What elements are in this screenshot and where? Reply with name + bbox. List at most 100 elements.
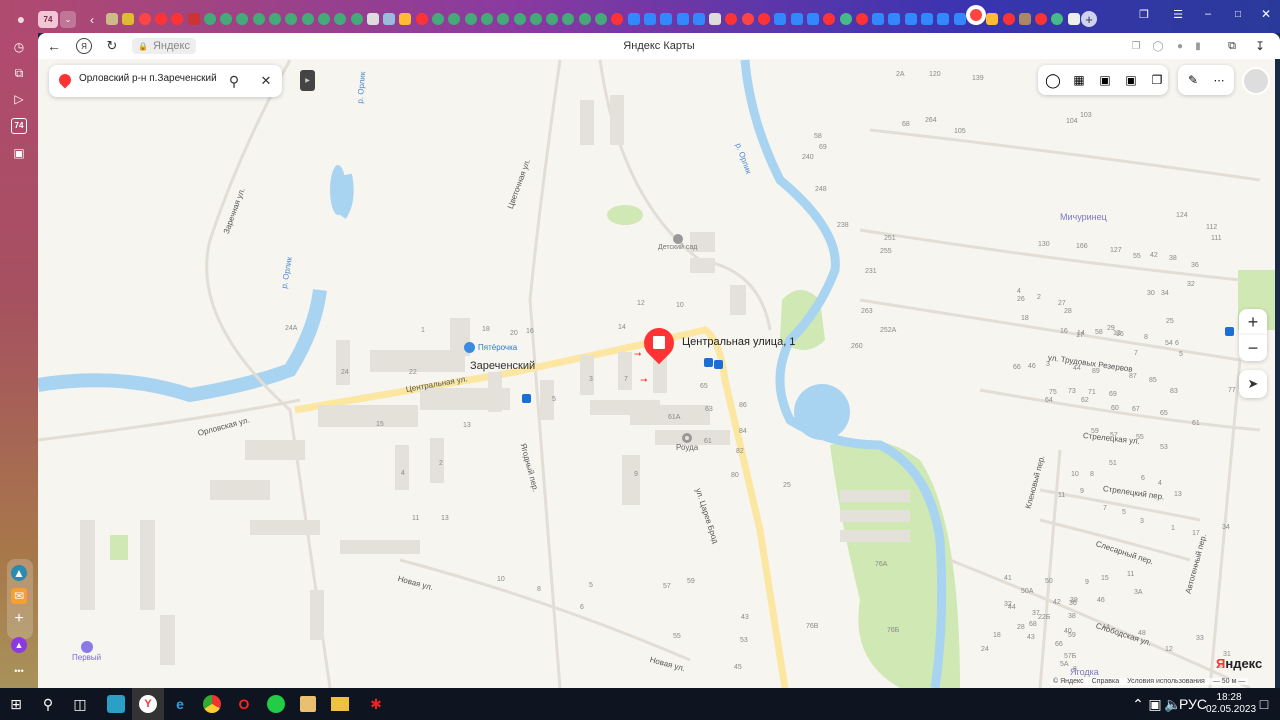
tab-dots-icon[interactable] — [269, 13, 281, 25]
tab-arrow-icon[interactable] — [676, 13, 689, 25]
reader-icon[interactable]: ❐ — [1128, 38, 1144, 54]
tab-dots-icon[interactable] — [432, 13, 444, 25]
search-icon[interactable]: ⚲ — [225, 72, 243, 90]
tab-flag-ru-icon[interactable] — [709, 13, 722, 25]
close-window-icon[interactable]: ✕ — [1258, 6, 1274, 22]
tab-yandex-icon[interactable] — [1002, 13, 1015, 25]
area-label[interactable]: Ягодка — [1070, 667, 1099, 677]
layers-icon[interactable]: ◯ — [1044, 71, 1062, 89]
yandex-browser-icon[interactable]: Y — [132, 688, 164, 720]
tray-overflow-icon[interactable]: ⌃ — [1130, 688, 1146, 720]
tab-fav-grid-icon[interactable] — [1018, 13, 1031, 25]
notifications-icon[interactable]: □ — [1252, 688, 1276, 720]
tabs-scroll-left-icon[interactable]: ‹ — [86, 11, 98, 28]
tab-pin-leaf-icon[interactable] — [839, 13, 852, 25]
menu-icon[interactable]: ☰ — [1170, 6, 1186, 22]
tab-dots-icon[interactable] — [448, 13, 461, 25]
alice-icon[interactable]: ▲ — [11, 637, 27, 653]
bus-stop-icon[interactable] — [714, 360, 723, 369]
zoom-out-button[interactable]: − — [1239, 335, 1267, 361]
url-field[interactable]: 🔒 Яндекс — [132, 38, 196, 54]
tab-arrow-icon[interactable] — [790, 13, 803, 25]
clear-search-icon[interactable]: ✕ — [257, 72, 275, 90]
protect-icon[interactable]: ◯ — [1150, 38, 1166, 54]
whatsapp-icon[interactable] — [260, 688, 292, 720]
tab-document-icon[interactable] — [1067, 13, 1080, 25]
tab-dots-icon[interactable] — [497, 13, 510, 25]
file-explorer-icon[interactable] — [324, 688, 356, 720]
screenshot-icon[interactable]: ▣ — [11, 145, 27, 161]
new-tab-button[interactable]: + — [1081, 11, 1097, 27]
tab-fav-image-icon[interactable] — [106, 13, 118, 25]
more-options-icon[interactable]: ⋯ — [1210, 71, 1228, 89]
collections-icon[interactable]: ⧉ — [11, 65, 27, 81]
tab-arrow-icon[interactable] — [921, 13, 933, 25]
bus-stop-icon[interactable] — [704, 358, 713, 367]
tab-dots-icon[interactable] — [317, 13, 330, 25]
tab-mail-icon[interactable] — [986, 13, 999, 25]
tab-dots-icon[interactable] — [285, 13, 298, 25]
more-icon[interactable]: ••• — [11, 663, 27, 679]
tab-dots-icon[interactable] — [578, 13, 591, 25]
tab-dots-icon[interactable] — [595, 13, 607, 25]
alarm-app-icon[interactable] — [100, 688, 132, 720]
tab-dots-icon[interactable] — [252, 13, 265, 25]
add-app-icon[interactable]: + — [11, 611, 27, 627]
tab-dots-icon[interactable] — [220, 13, 233, 25]
tab-fav-maps-pin-icon[interactable] — [138, 13, 151, 25]
my-location-button[interactable]: ➤ — [1239, 370, 1267, 398]
tab-list-chevron-icon[interactable]: ⌄ — [60, 11, 76, 28]
opera-icon[interactable]: O — [228, 688, 260, 720]
tab-pin-leaf-icon[interactable] — [1051, 13, 1064, 25]
reload-icon[interactable]: ↻ — [104, 38, 120, 54]
tab-arrow-icon[interactable] — [660, 13, 673, 25]
tab-arrow-icon[interactable] — [904, 13, 917, 25]
tab-yandex-icon[interactable] — [855, 13, 868, 25]
location-pin-icon[interactable]: ● — [1172, 38, 1188, 54]
tab-counter-badge[interactable]: 74 — [38, 11, 58, 28]
tab-mail-icon[interactable] — [399, 13, 412, 25]
tab-dots-icon[interactable] — [529, 13, 542, 25]
photo-camera-icon[interactable]: ▣ — [1096, 71, 1114, 89]
tab-arrow-icon[interactable] — [627, 13, 640, 25]
poi-pervyi[interactable]: Первый — [72, 641, 101, 662]
map-canvas[interactable]: 1 22 24 15 13 5 3 7 14 12 10 16 18 20 61А 61 63 65 86 84 82 8… — [38, 59, 1275, 688]
copyright-link[interactable]: © Яндекс — [1053, 678, 1084, 685]
bookmark-icon[interactable]: ▮ — [1190, 38, 1206, 54]
chrome-icon[interactable] — [196, 688, 228, 720]
search-input[interactable] — [79, 73, 219, 84]
search-icon[interactable]: ⚲ — [32, 688, 64, 720]
app-icon[interactable] — [292, 688, 324, 720]
tab-dots-icon[interactable] — [562, 13, 575, 25]
tab-dots-icon[interactable] — [236, 13, 249, 25]
tab-arrow-icon[interactable] — [888, 13, 901, 25]
tab-yandex-icon[interactable] — [154, 13, 167, 25]
traffic-icon[interactable]: ❐ — [1148, 71, 1166, 89]
download-icon[interactable]: ↧ — [1252, 38, 1268, 54]
tab-arrow-icon[interactable] — [692, 13, 705, 25]
tab-yandex-icon[interactable] — [758, 13, 770, 25]
history-clock-icon[interactable]: ◷ — [11, 39, 27, 55]
transit-bus-icon[interactable]: ▣ — [1122, 71, 1140, 89]
collapse-panel-button[interactable]: ▶ — [300, 70, 315, 91]
minimize-icon[interactable]: – — [1200, 6, 1216, 22]
tab-arrow-icon[interactable] — [937, 13, 950, 25]
profile-icon[interactable]: ● — [12, 10, 30, 28]
tab-maps-pin-active-icon[interactable] — [969, 9, 982, 21]
back-icon[interactable]: ← — [46, 38, 62, 54]
help-link[interactable]: Справка — [1092, 678, 1119, 685]
tab-dots-icon[interactable] — [513, 13, 526, 25]
video-play-icon[interactable]: ▷ — [11, 91, 27, 107]
bus-stop-icon[interactable] — [1225, 327, 1234, 336]
tab-arrow-icon[interactable] — [774, 13, 787, 25]
tab-yandex-icon[interactable] — [1035, 13, 1048, 25]
tab-yandex-icon[interactable] — [611, 13, 624, 25]
user-avatar[interactable] — [1242, 67, 1270, 95]
tab-calendar-icon[interactable] — [187, 13, 200, 25]
tab-yandex-icon[interactable] — [725, 13, 738, 25]
tab-arrow-icon[interactable] — [643, 13, 656, 25]
maximize-icon[interactable]: □ — [1230, 6, 1246, 22]
tab-yandex-icon[interactable] — [171, 13, 184, 25]
poi-rouda[interactable]: Роуда — [676, 433, 698, 452]
zoom-in-button[interactable]: + — [1239, 309, 1267, 335]
